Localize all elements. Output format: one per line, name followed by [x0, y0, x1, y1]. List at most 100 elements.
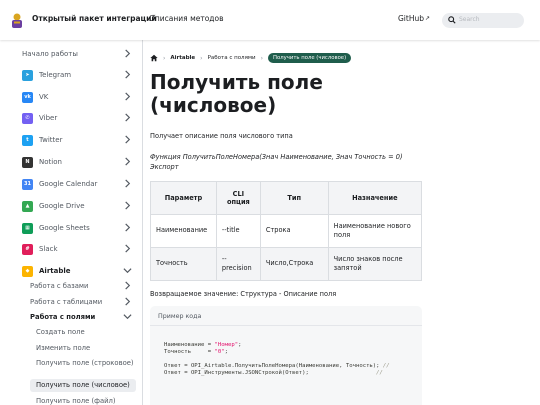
main-content: › Airtable › Работа с полями › Получить … [150, 40, 530, 405]
sidebar-leaf-edit-field[interactable]: Изменить поле [30, 344, 136, 352]
vk-icon: vk [22, 91, 33, 103]
sidebar-item-label: Notion [39, 158, 62, 166]
table-cell: --precision [215, 247, 261, 281]
sidebar-item-label: Google Sheets [39, 224, 90, 232]
code-text: ; [238, 342, 242, 348]
table-header: Параметр [150, 181, 217, 215]
breadcrumb-separator: › [260, 54, 264, 62]
sidebar-item-airtable[interactable]: ◆ Airtable [22, 263, 136, 279]
sidebar-item-viber[interactable]: ✆ Viber [22, 110, 136, 126]
sidebar-sub-label: Работа с таблицами [30, 297, 103, 306]
logo-icon[interactable] [8, 12, 26, 30]
table-cell: Число знаков после запятой [327, 247, 423, 281]
sidebar-item-google-sheets[interactable]: ▦ Google Sheets [22, 220, 136, 236]
breadcrumb-fields[interactable]: Работа с полями [208, 55, 256, 61]
twitter-icon: t [22, 134, 33, 146]
code-string: "Номер" [214, 342, 239, 348]
sidebar-item-label: Google Drive [39, 202, 85, 210]
table-header-row: Параметр CLI опция Тип Назначение [150, 181, 423, 215]
brand-title[interactable]: Открытый пакет интеграций [32, 14, 157, 23]
breadcrumb-separator: › [200, 54, 203, 62]
github-label: GitHub [398, 14, 424, 23]
chevron-right-icon[interactable] [123, 157, 132, 166]
breadcrumb-separator: › [163, 54, 166, 62]
table-header: Назначение [327, 181, 423, 215]
code-text: Ответ = OPI_Airtable.ПолучитьПолеНомера(… [164, 363, 383, 369]
sidebar-leaf-get-file-field[interactable]: Получить поле (файл) [30, 397, 136, 405]
sidebar-sub-bases[interactable]: Работа с базами [30, 279, 136, 292]
sidebar-item-slack[interactable]: # Slack [22, 241, 136, 257]
code-text: Точность = [164, 349, 215, 355]
sidebar-item-start[interactable]: Начало работы [22, 46, 136, 62]
viber-icon: ✆ [22, 112, 33, 124]
sidebar-item-label: Airtable [39, 267, 71, 275]
airtable-icon: ◆ [22, 265, 33, 277]
sidebar-item-google-drive[interactable]: ▲ Google Drive [22, 198, 136, 214]
chevron-down-icon[interactable] [123, 312, 132, 321]
github-link[interactable]: GitHub↗ [398, 14, 430, 23]
sidebar-item-google-calendar[interactable]: 31 Google Calendar [22, 176, 136, 192]
chevron-down-icon[interactable] [123, 266, 132, 275]
chevron-right-icon[interactable] [123, 92, 132, 101]
sidebar-item-label: Twitter [39, 136, 63, 144]
code-text: Наименование = [164, 342, 215, 348]
sidebar-item-label: Viber [39, 114, 58, 122]
breadcrumb-airtable[interactable]: Airtable [170, 55, 195, 61]
chevron-right-icon[interactable] [123, 297, 132, 306]
top-navbar: Открытый пакет интеграций Описания метод… [0, 0, 540, 40]
code-example-block: Пример кода Наименование = "Номер"; Точн… [150, 306, 422, 405]
sidebar-sub-fields[interactable]: Работа с полями [30, 310, 136, 323]
chevron-right-icon[interactable] [123, 179, 132, 188]
breadcrumb-current: Получить поле (числовое) [268, 53, 352, 63]
sidebar-sub-label: Работа с базами [30, 281, 89, 290]
sidebar-item-label: Telegram [39, 71, 72, 79]
notion-icon: N [22, 156, 33, 168]
code-text: Ответ = OPI_Инструменты.JSONСтрокой(Отве… [164, 370, 377, 376]
sidebar-item-label: VK [39, 93, 49, 101]
page-description: Получает описание поля числового типа [150, 132, 293, 140]
search-box[interactable]: Search [442, 13, 524, 28]
chevron-right-icon[interactable] [123, 244, 132, 253]
sidebar: Начало работы ➤ Telegram vk VK ✆ Viber t Twitte… [0, 40, 143, 405]
sidebar-sub-label: Работа с полями [30, 312, 96, 321]
code-body[interactable]: Наименование = "Номер"; Точность = "0"; … [164, 342, 390, 377]
slack-icon: # [22, 243, 33, 255]
table-row: Точность --precision Число,Строка Число … [150, 247, 423, 281]
chevron-right-icon[interactable] [123, 113, 132, 122]
sidebar-item-notion[interactable]: N Notion [22, 154, 136, 170]
telegram-icon: ➤ [22, 69, 33, 81]
google-drive-icon: ▲ [22, 200, 33, 212]
sidebar-item-twitter[interactable]: t Twitter [22, 132, 136, 148]
return-value: Возвращаемое значение: Структура - Описа… [150, 290, 337, 298]
search-icon [448, 16, 456, 24]
chevron-right-icon[interactable] [123, 135, 132, 144]
sidebar-item-vk[interactable]: vk VK [22, 89, 136, 105]
function-signature: Функция ПолучитьПолеНомера(Знач Наименов… [150, 153, 403, 171]
sidebar-item-label: Google Calendar [39, 180, 98, 188]
google-calendar-icon: 31 [22, 178, 33, 190]
sidebar-leaf-create-field[interactable]: Создать поле [30, 328, 136, 336]
chevron-right-icon[interactable] [123, 223, 132, 232]
code-comment: // [376, 370, 383, 376]
table-cell: Число,Строка [259, 247, 329, 281]
home-icon[interactable] [150, 54, 158, 62]
google-sheets-icon: ▦ [22, 222, 33, 234]
chevron-right-icon[interactable] [123, 201, 132, 210]
sidebar-item-label: Slack [39, 245, 58, 253]
code-comment: // [382, 363, 390, 369]
sidebar-item-telegram[interactable]: ➤ Telegram [22, 67, 136, 83]
chevron-right-icon[interactable] [123, 281, 132, 290]
chevron-right-icon[interactable] [123, 49, 132, 58]
sidebar-leaf-get-number-field[interactable]: Получить поле (числовое) [30, 379, 136, 392]
table-header: Тип [259, 181, 329, 215]
table-cell: Точность [150, 247, 217, 281]
parameters-table: Параметр CLI опция Тип Назначение Наимен… [150, 181, 423, 281]
sidebar-sub-tables[interactable]: Работа с таблицами [30, 295, 136, 308]
external-link-icon: ↗ [425, 15, 431, 22]
table-header: CLI опция [215, 181, 261, 215]
breadcrumb: › Airtable › Работа с полями › Получить … [150, 52, 352, 64]
sidebar-leaf-get-string-field[interactable]: Получить поле (строковое) [30, 359, 136, 367]
methods-nav-link[interactable]: Описания методов [149, 14, 224, 23]
page-title: Получить поле (числовое) [150, 70, 323, 117]
chevron-right-icon[interactable] [123, 70, 132, 79]
